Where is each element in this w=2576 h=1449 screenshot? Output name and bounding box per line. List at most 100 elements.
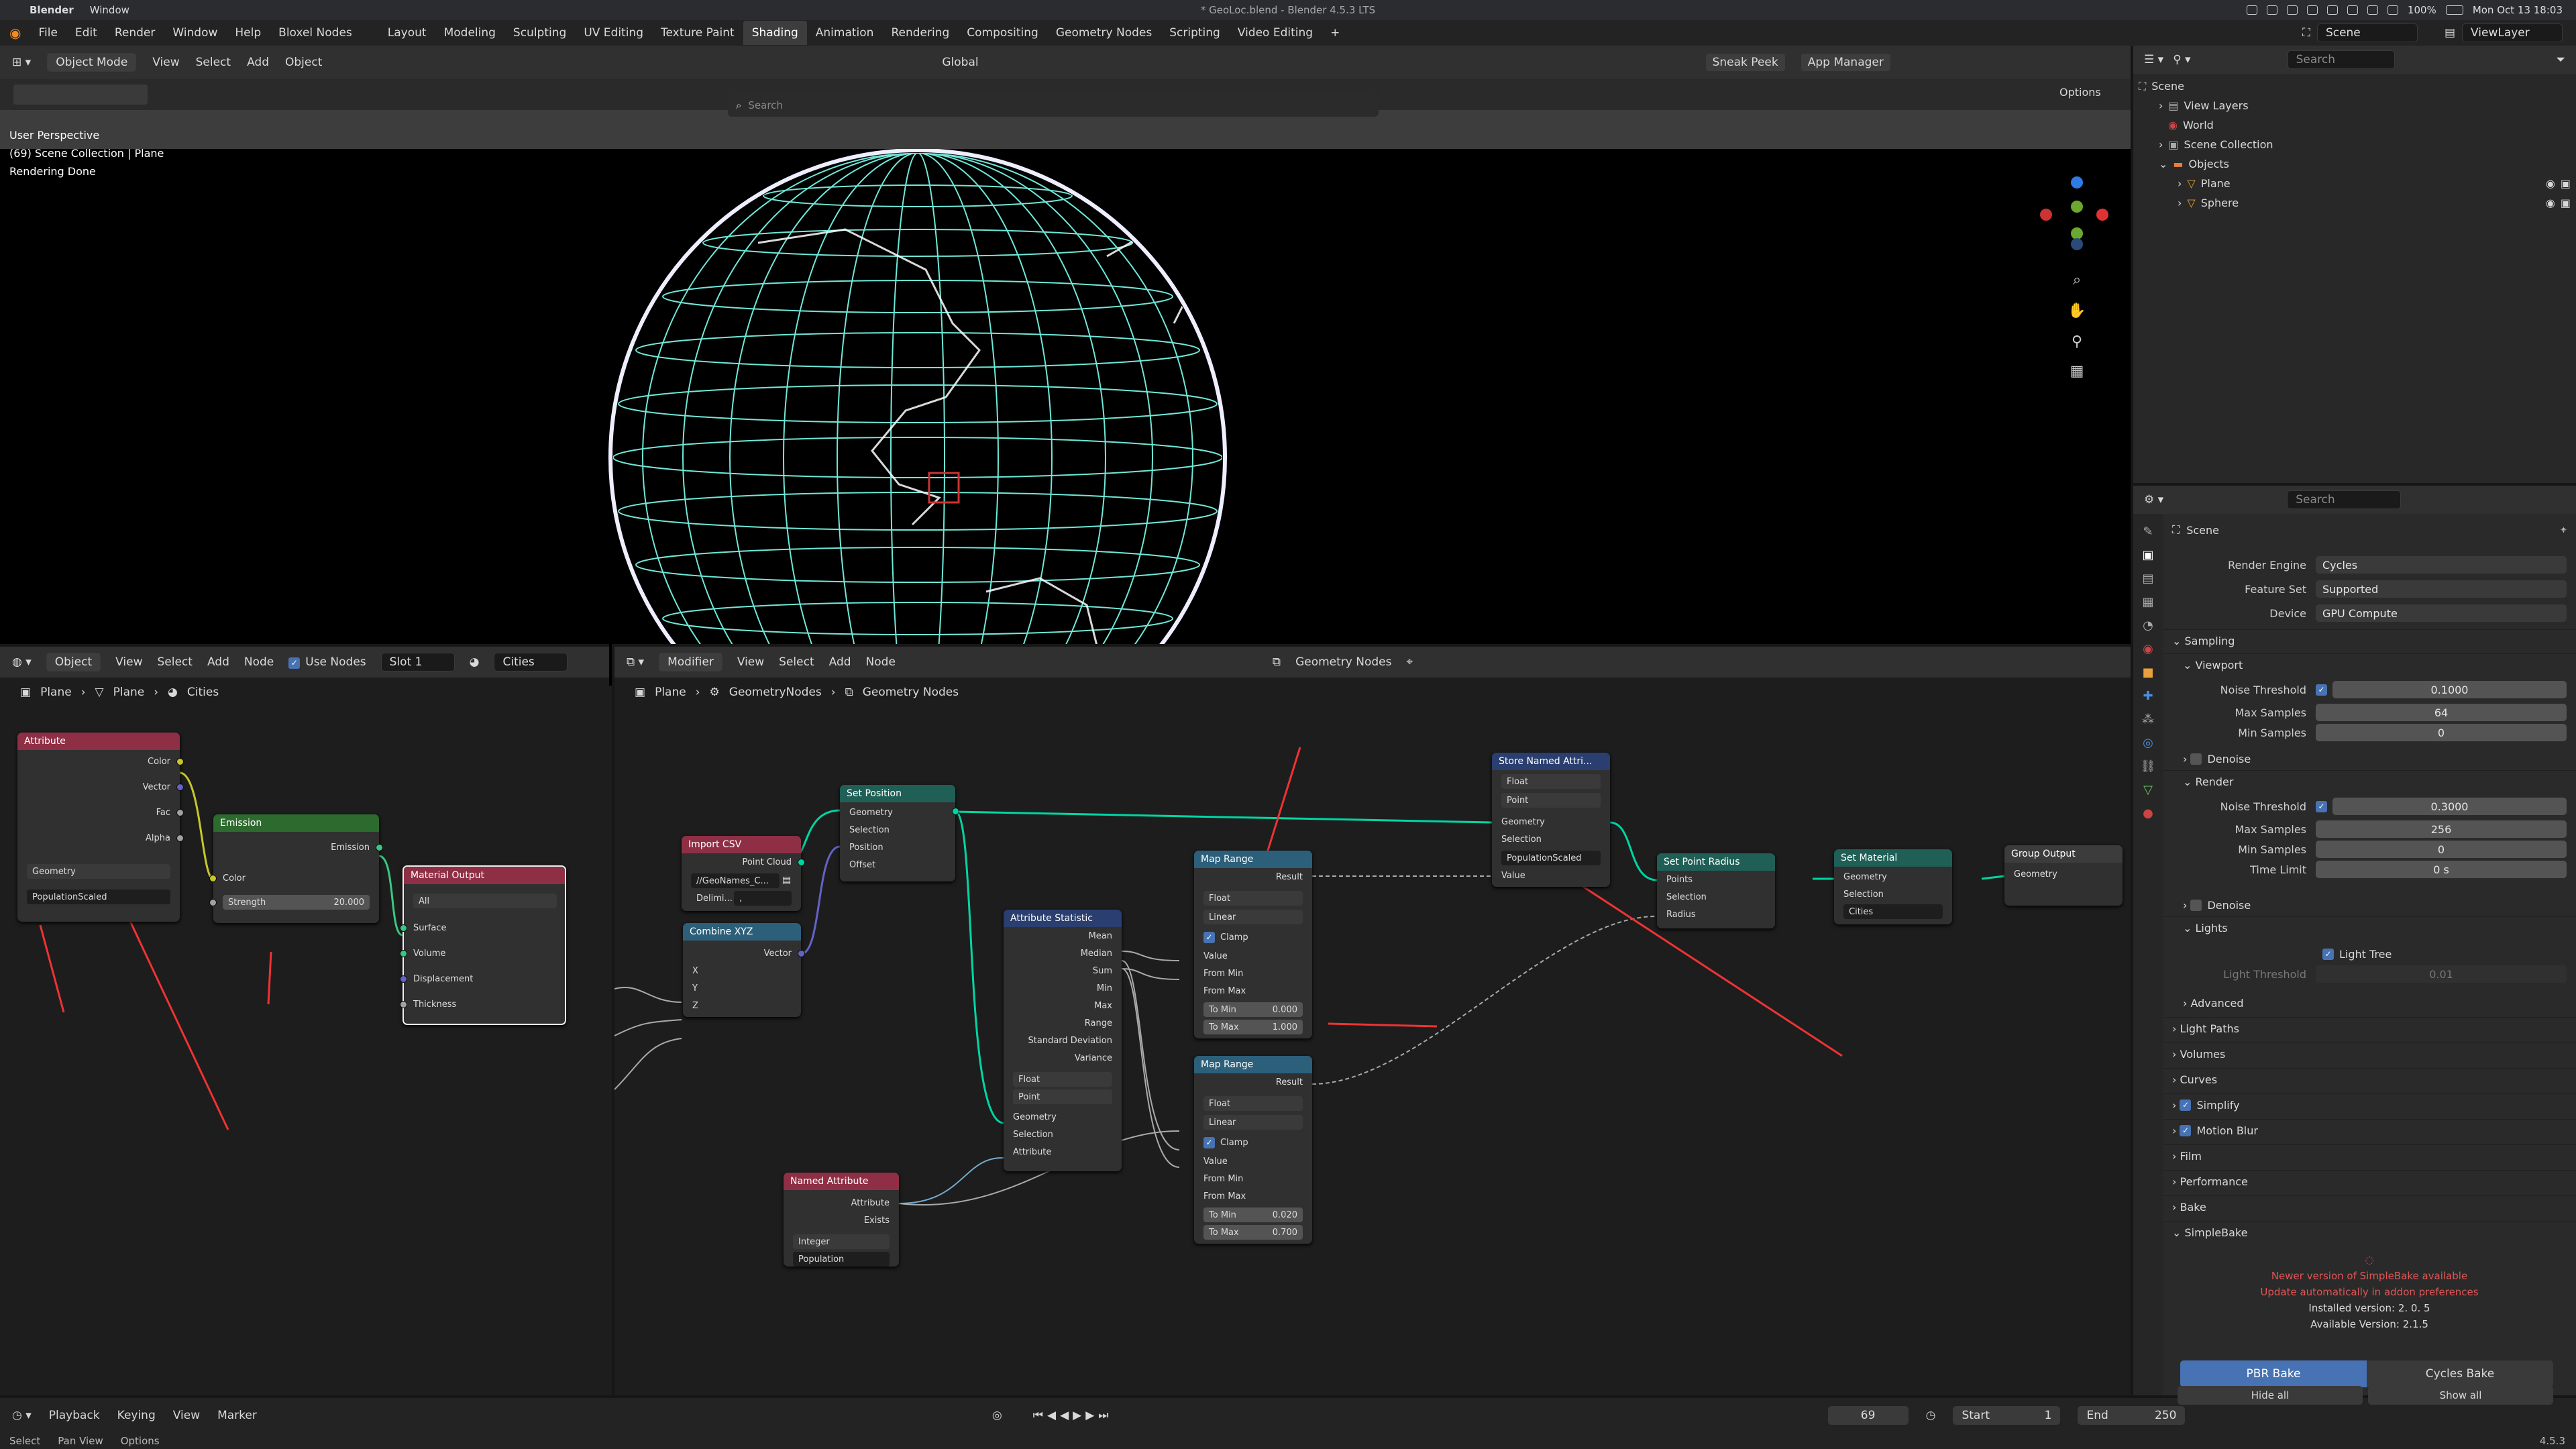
camera-icon[interactable]: ▣ <box>2561 197 2571 209</box>
tray-icon[interactable] <box>2367 5 2378 15</box>
vp-noise-checkbox[interactable]: ✓ <box>2316 684 2327 696</box>
performance-panel[interactable]: › Performance <box>2163 1170 2576 1193</box>
render-view[interactable] <box>0 148 2131 767</box>
strength-field[interactable]: Strength 20.000 <box>223 895 370 910</box>
editor-type-icon[interactable]: ◷ ▾ <box>12 1409 32 1422</box>
socket-vector[interactable] <box>176 784 184 791</box>
device-dropdown[interactable]: GPU Compute <box>2316 604 2567 622</box>
eye-icon[interactable]: ◉ <box>2546 177 2555 190</box>
motion-blur-checkbox[interactable]: ✓ <box>2180 1125 2192 1136</box>
group-output-title[interactable]: Group Output <box>2004 845 2123 863</box>
group-output-node[interactable]: Group Output Geometry <box>2004 845 2123 906</box>
battery-icon[interactable] <box>2445 5 2463 15</box>
socket-geometry-out[interactable] <box>952 808 959 815</box>
outliner-row-objects[interactable]: ⌄ ▬ Objects <box>2139 154 2571 174</box>
tab-layout[interactable]: Layout <box>379 21 435 45</box>
stat-domain-dropdown[interactable]: Point <box>1013 1089 1112 1104</box>
file-browse-icon[interactable]: ▤ <box>782 875 791 885</box>
filter-icon[interactable]: ⚲ ▾ <box>2173 53 2190 66</box>
setmat-material-field[interactable]: Cities <box>1843 904 1943 919</box>
mr1-tomin-field[interactable]: To Min 0.000 <box>1203 1002 1303 1017</box>
menu-bloxel-nodes[interactable]: Bloxel Nodes <box>278 26 352 40</box>
advanced-subpanel[interactable]: › Advanced <box>2163 991 2576 1014</box>
select-mode-buttons[interactable] <box>13 85 148 105</box>
delimiter-field[interactable]: , <box>734 891 792 906</box>
viewport-menu-select[interactable]: Select <box>196 56 231 69</box>
film-panel[interactable]: › Film <box>2163 1144 2576 1167</box>
map-range-node-1[interactable]: Map Range Result Float Linear ✓ Clamp Val… <box>1194 851 1312 1038</box>
import-csv-title[interactable]: Import CSV <box>682 836 801 853</box>
collapse-arrow-icon[interactable]: ⌄ <box>2159 158 2167 170</box>
tray-icon[interactable] <box>2246 5 2257 15</box>
material-output-title[interactable]: Material Output <box>404 867 565 884</box>
socket-vector[interactable] <box>798 950 805 957</box>
viewlayer-icon[interactable]: ▤ <box>2445 26 2455 40</box>
map-range-2-title[interactable]: Map Range <box>1194 1056 1312 1073</box>
store-named-title[interactable]: Store Named Attri... <box>1492 753 1610 770</box>
vp-min-field[interactable]: 0 <box>2316 724 2567 741</box>
scene-selector[interactable]: Scene <box>2316 23 2418 42</box>
mr2-clamp-checkbox[interactable]: ✓ <box>1203 1136 1215 1148</box>
r-max-field[interactable]: 256 <box>2316 820 2567 838</box>
scene-tab-icon[interactable]: ◔ <box>2143 619 2153 633</box>
set-point-radius-title[interactable]: Set Point Radius <box>1657 853 1775 871</box>
render-tab-icon[interactable]: ▣ <box>2142 548 2153 562</box>
pin-icon[interactable]: ⌖ <box>2561 523 2567 537</box>
socket-thickness[interactable] <box>400 1001 407 1008</box>
set-material-title[interactable]: Set Material <box>1834 849 1952 867</box>
socket-strength[interactable] <box>209 899 217 906</box>
particles-tab-icon[interactable]: ⁂ <box>2142 712 2154 727</box>
tray-icon[interactable] <box>2387 5 2398 15</box>
r-noise-checkbox[interactable]: ✓ <box>2316 800 2327 812</box>
material-output-node[interactable]: Material Output All Surface Volume Displ… <box>400 865 566 1025</box>
expand-arrow-icon[interactable]: › <box>2178 177 2182 190</box>
viewport-subpanel[interactable]: ⌄ Viewport <box>2163 653 2576 676</box>
simplebake-panel[interactable]: ⌄ SimpleBake <box>2163 1221 2576 1244</box>
expand-arrow-icon[interactable]: › <box>2159 138 2163 151</box>
socket-color[interactable] <box>176 758 184 765</box>
tray-icon[interactable] <box>2347 5 2358 15</box>
combine-xyz-title[interactable]: Combine XYZ <box>683 923 801 941</box>
stat-type-dropdown[interactable]: Float <box>1013 1072 1112 1087</box>
store-type-dropdown[interactable]: Float <box>1501 774 1601 789</box>
mac-app-name[interactable]: Blender <box>30 4 74 16</box>
tab-compositing[interactable]: Compositing <box>958 21 1047 45</box>
mr1-tomax-field[interactable]: To Max 1.000 <box>1203 1020 1303 1034</box>
mr1-interp-dropdown[interactable]: Linear <box>1203 910 1303 924</box>
modifier-tab-icon[interactable]: ✚ <box>2143 689 2153 703</box>
outliner-row-scene-collection[interactable]: › ▣ Scene Collection <box>2139 135 2571 154</box>
socket-pointcloud[interactable] <box>798 859 805 866</box>
vp-denoise-checkbox[interactable] <box>2190 753 2202 765</box>
blender-logo-icon[interactable]: ◉ <box>9 25 21 41</box>
vp-noise-field[interactable]: 0.1000 <box>2332 681 2567 698</box>
tab-texture-paint[interactable]: Texture Paint <box>652 21 743 45</box>
sampling-panel[interactable]: ⌄ Sampling <box>2163 629 2576 652</box>
tool-tab-icon[interactable]: ✎ <box>2143 525 2153 539</box>
geometry-node-editor[interactable]: ⧉ ▾ Modifier View Select Add Node ⧉ Geom… <box>612 644 2131 1395</box>
orientation-selector[interactable]: Global <box>942 56 978 69</box>
expand-arrow-icon[interactable]: › <box>2159 99 2163 112</box>
light-threshold-field[interactable]: 0.01 <box>2316 965 2567 983</box>
map-range-node-2[interactable]: Map Range Result Float Linear ✓ Clamp Val… <box>1194 1056 1312 1244</box>
socket-surface[interactable] <box>400 924 407 932</box>
r-time-field[interactable]: 0 s <box>2316 861 2567 878</box>
app-manager-button[interactable]: App Manager <box>1801 54 1890 71</box>
tab-scripting[interactable]: Scripting <box>1161 21 1229 45</box>
store-named-attribute-node[interactable]: Store Named Attri... Float Point Geometr… <box>1492 753 1610 887</box>
attribute-statistic-node[interactable]: Attribute Statistic Mean Median Sum Min … <box>1004 910 1122 1171</box>
shader-editor[interactable]: ◍ ▾ Object View Select Add Node ✓ Use Nod… <box>0 644 609 1395</box>
world-tab-icon[interactable]: ◉ <box>2143 642 2153 656</box>
navigation-gizmo[interactable]: ⌕ ✋ ⚲ ▦ <box>2037 166 2117 394</box>
scene-icon[interactable]: ⛶ <box>2302 26 2310 40</box>
socket-volume[interactable] <box>400 950 407 957</box>
r-denoise-subpanel[interactable]: › Denoise <box>2163 894 2576 916</box>
r-noise-field[interactable]: 0.3000 <box>2332 798 2567 815</box>
tray-icon[interactable] <box>2326 5 2338 15</box>
timeline-menu-keying[interactable]: Keying <box>117 1409 156 1422</box>
attribute-node[interactable]: Attribute Color Vector Fac Alpha Geometr… <box>17 733 184 922</box>
socket-fac[interactable] <box>176 809 184 816</box>
menu-window[interactable]: Window <box>172 26 217 40</box>
constraints-tab-icon[interactable]: ⛓ <box>2141 759 2156 773</box>
tab-geometry-nodes[interactable]: Geometry Nodes <box>1047 21 1161 45</box>
timeline-menu-view[interactable]: View <box>173 1409 200 1422</box>
